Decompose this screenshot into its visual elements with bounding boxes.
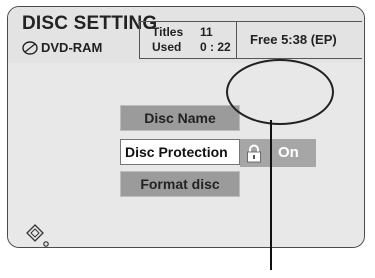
page-title: DISC SETTING xyxy=(22,13,158,34)
used-label: Used xyxy=(152,40,182,54)
info-divider xyxy=(236,22,237,58)
disc-name-button[interactable]: Disc Name xyxy=(120,105,240,131)
menu-area: Disc Name Disc Protection Format disc On xyxy=(8,63,364,247)
titles-label: Titles xyxy=(152,25,184,39)
used-value: 0 : 22 xyxy=(200,40,231,54)
disc-icon xyxy=(22,40,38,55)
dpad-icon xyxy=(26,224,49,247)
protection-value: On xyxy=(278,144,299,161)
disc-type-indicator: DVD-RAM xyxy=(22,40,102,55)
protection-toggle[interactable]: On xyxy=(240,139,316,167)
lock-icon xyxy=(247,144,261,163)
disc-setting-screen: DISC SETTING DVD-RAM Titles 11 Used 0 : … xyxy=(7,6,365,248)
format-disc-button[interactable]: Format disc xyxy=(120,171,240,197)
free-space-readout: Free 5:38 (EP) xyxy=(250,32,337,47)
header-bar: DISC SETTING DVD-RAM Titles 11 Used 0 : … xyxy=(8,7,364,64)
callout-line xyxy=(270,120,272,270)
disc-type-label: DVD-RAM xyxy=(41,40,103,55)
disc-protection-button[interactable]: Disc Protection xyxy=(120,139,240,165)
disc-info-box: Titles 11 Used 0 : 22 Free 5:38 (EP) xyxy=(139,21,362,59)
titles-value: 11 xyxy=(200,25,213,39)
